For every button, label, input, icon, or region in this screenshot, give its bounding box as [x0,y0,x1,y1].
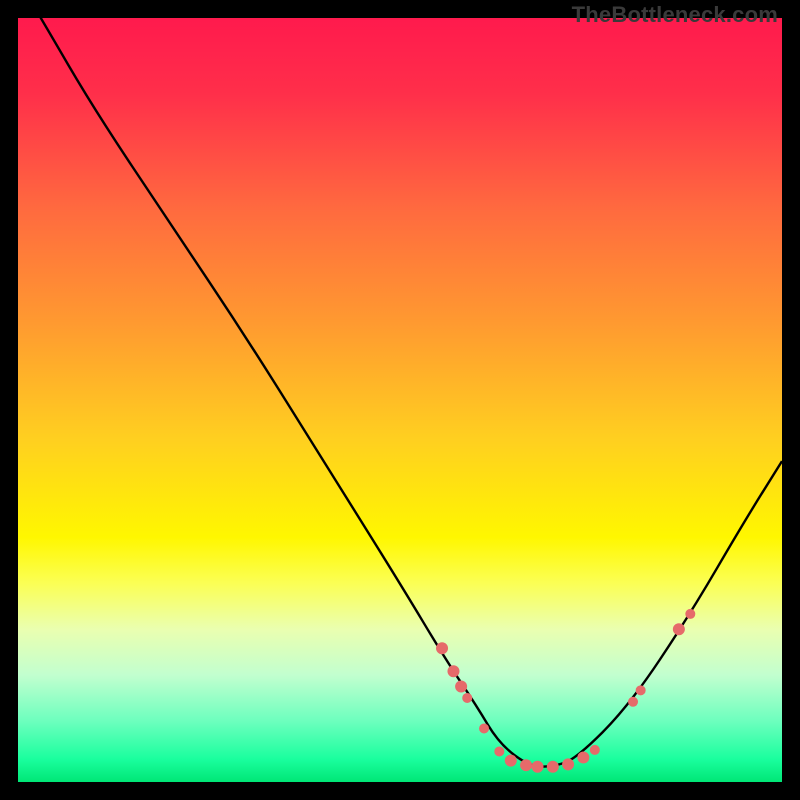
marker-dot [479,724,489,734]
marker-dot [532,761,544,773]
bottleneck-chart [18,18,782,782]
marker-dot [455,681,467,693]
marker-dot [447,665,459,677]
marker-dot [590,745,600,755]
marker-dot [636,685,646,695]
marker-dot [520,759,532,771]
marker-dot [673,623,685,635]
marker-dot [494,746,504,756]
marker-dot [685,609,695,619]
gradient-background [18,18,782,782]
marker-dot [436,642,448,654]
marker-dot [505,755,517,767]
marker-dot [562,758,574,770]
watermark-text: TheBottleneck.com [572,2,778,28]
plot-area [18,18,782,782]
marker-dot [547,761,559,773]
marker-dot [462,693,472,703]
marker-dot [628,697,638,707]
marker-dot [577,752,589,764]
